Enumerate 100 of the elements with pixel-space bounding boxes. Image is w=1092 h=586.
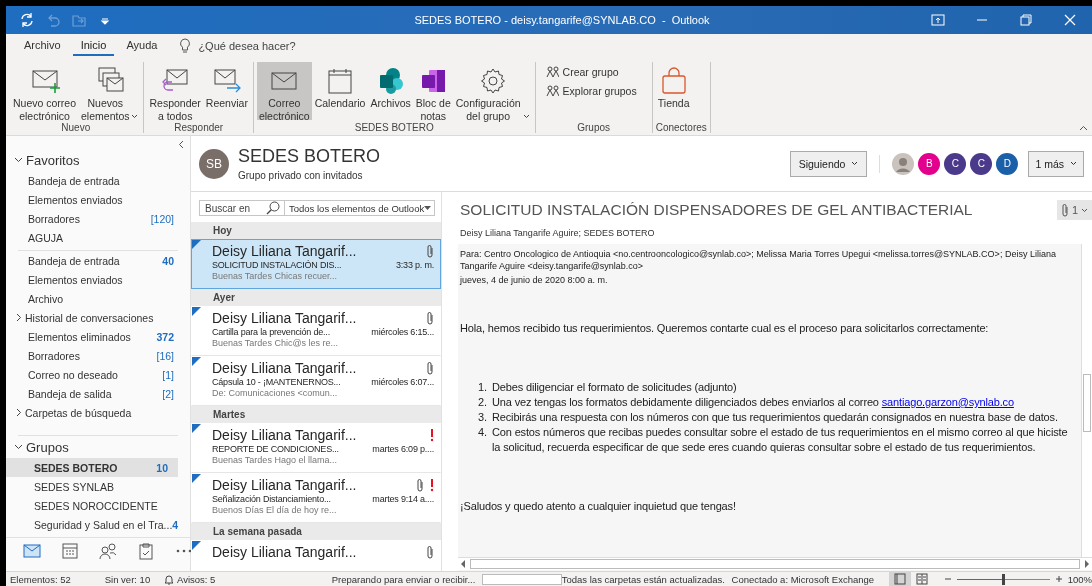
ribbon-group-label: SEDES BOTERO (353, 121, 435, 133)
menu-tab[interactable]: Inicio (72, 36, 115, 56)
tell-me-field[interactable]: ¿Qué desea hacer? (196, 38, 331, 54)
message-time: miércoles 6:15... (371, 327, 434, 337)
zoom-in-icon[interactable] (1053, 574, 1064, 584)
message-time: martes 9:14 a.... (372, 494, 434, 504)
folder-item[interactable]: Bandeja de entrada 40 (6, 251, 184, 270)
member-avatar[interactable]: D (996, 152, 1019, 175)
list-item-text: Con estos números que recibas puedes consultar sobre el estado de tus requerimientos en el mismo correo al que hiciste la solicitud, recuerda especificar de que sede eres cuando quieras consultar sobre el estado de tus requerimientos. (492, 425, 1069, 455)
member-avatar[interactable]: C (970, 152, 993, 175)
normal-view-icon (893, 572, 908, 586)
folder-count: 372 (156, 330, 174, 343)
message-sender: Deisy Liliana Tangarif... (212, 310, 358, 326)
people-icon (544, 84, 559, 97)
ribbon-button[interactable]: Calendario (312, 62, 368, 120)
ribbon-button[interactable]: Crear grupo (542, 64, 639, 79)
folder-item[interactable]: Elementos enviados (6, 190, 184, 209)
ribbon-group-label: Grupos (576, 121, 611, 133)
people-icon (544, 65, 559, 78)
folder-item[interactable]: AGUJA (6, 228, 184, 247)
message-time: martes 6:09 p.... (372, 444, 434, 454)
group-item[interactable]: Seguridad y Salud en el Tra...4 (6, 515, 178, 534)
folder-section-header[interactable]: Grupos (6, 436, 190, 458)
email-paragraph: ¡Saludos y quedo atento a cualquier inquietud que tengas! (460, 499, 737, 514)
group-item[interactable]: SEDES NOROCCIDENTE (6, 496, 178, 515)
attachments-button[interactable]: 1 (1056, 200, 1092, 220)
chevron-down-icon (1070, 161, 1077, 166)
menu-tab[interactable]: Ayuda (118, 36, 166, 56)
message-sender: Deisy Liliana Tangarif... (212, 544, 358, 560)
view-button[interactable] (889, 572, 912, 586)
group-item[interactable]: SEDES SYNLAB (6, 477, 178, 496)
ribbon-button[interactable]: Reenviar (203, 62, 250, 120)
ribbon-group-label: Nuevo (60, 121, 92, 133)
bell-icon (163, 573, 174, 585)
collapse-ribbon-icon[interactable] (1079, 125, 1088, 131)
group-item[interactable]: SEDES BOTERO 10 (6, 458, 178, 477)
window-title: SEDES BOTERO - deisy.tangarife@SYNLAB.CO - Outlook (413, 14, 711, 26)
ribbon-button[interactable]: Archivos (368, 62, 413, 120)
ribbon-button[interactable]: Nuevo correo electrónico (11, 62, 79, 120)
message-sender: Deisy Liliana Tangarif... (212, 427, 358, 443)
status-text: Avisos: 5 (176, 573, 216, 585)
list-number: 1. (478, 380, 488, 395)
email-from: Deisy Liliana Tangarife Aguire; SEDES BOTERO (459, 227, 656, 240)
email-link[interactable]: santiago.garzon@synlab.co (881, 396, 1014, 408)
member-avatar[interactable]: B (918, 152, 941, 175)
message-sender: Deisy Liliana Tangarif... (212, 243, 358, 259)
member-avatar[interactable]: C (944, 152, 967, 175)
folder-name: Bandeja de entrada (28, 174, 121, 187)
message-preview: Buenas Tardes Hago el llama... (212, 455, 338, 465)
zoom-thumb[interactable] (1002, 573, 1006, 585)
people-icon[interactable] (98, 540, 118, 561)
list-number: 3. (478, 410, 488, 425)
message-item[interactable]: Deisy Liliana Tangarif... Cartilla para la prevención de... miércoles 6:15... Buenas Tardes Chic@s les re... (191, 306, 441, 356)
folder-name: Elementos eliminados (28, 330, 132, 343)
more-members-button[interactable]: 1 más (1028, 150, 1084, 177)
group-subtitle: Grupo privado con invitados (238, 170, 364, 181)
avatar-silhouette-icon[interactable] (892, 152, 915, 175)
folder-item[interactable]: Borradores [16] (6, 346, 184, 365)
folder-name: Seguridad y Salud en el Tra... (34, 518, 173, 531)
collapse-pane-icon[interactable] (178, 140, 184, 149)
message-preview: Buenas Tardes Chic@s les re... (212, 338, 340, 348)
list-number: 4. (478, 425, 488, 440)
follow-button[interactable]: Siguiendo (789, 150, 868, 177)
ribbon-group-label: Conectores (655, 121, 707, 133)
message-item[interactable]: Deisy Liliana Tangarif... REPORTE DE CONDICIONES... martes 6:09 p.... Buenas Tardes Hago el llama... (191, 423, 441, 473)
sync-icon[interactable] (18, 11, 36, 29)
ribbon-button[interactable]: Nuevos elementos (79, 62, 141, 120)
folder-name: Historial de conversaciones (25, 311, 155, 324)
folder-item[interactable]: Bandeja de entrada (6, 171, 184, 190)
tasks-icon[interactable] (136, 540, 156, 561)
folder-item[interactable]: Historial de conversaciones (6, 308, 184, 327)
calendar-icon[interactable] (60, 540, 80, 561)
ribbon-button[interactable]: Explorar grupos (542, 83, 639, 98)
folder-section-header[interactable]: Favoritos (6, 149, 190, 171)
chevron-down-icon (851, 161, 859, 166)
folder-item[interactable]: Carpetas de búsqueda (6, 403, 184, 422)
folder-item[interactable]: Bandeja de salida [2] (6, 384, 184, 403)
list-item-text: Una vez tengas los formatos debidamente diligenciados debes enviarlos al correo santiago.garzon@synlab.co (492, 395, 1014, 410)
folder-item[interactable]: Borradores [120] (6, 209, 184, 228)
message-time: miércoles 6:07... (371, 377, 434, 387)
menu-tab[interactable]: Archivo (16, 36, 69, 56)
list-number: 2. (478, 395, 488, 410)
paperclip-icon (1060, 203, 1069, 217)
ribbon-button[interactable]: Configuración del grupo (453, 62, 532, 120)
folder-count: [1] (162, 368, 174, 381)
ribbon-button[interactable]: Tienda (655, 62, 692, 120)
ribbon-button[interactable]: Bloc de notas (413, 62, 453, 120)
folder-name: SEDES NOROCCIDENTE (34, 499, 159, 512)
folder-item[interactable]: Elementos enviados (6, 270, 184, 289)
message-subject: REPORTE DE CONDICIONES... (212, 444, 340, 454)
status-text: Preparando para enviar o recibir... (331, 573, 476, 585)
folder-item[interactable]: Archivo (6, 289, 184, 308)
ribbon-button[interactable]: Correo electrónico (256, 62, 312, 120)
folder-count: 4 (172, 518, 179, 531)
ribbon-button[interactable]: Responder a todos (147, 62, 203, 120)
folder-count: 40 (162, 254, 174, 267)
folder-item[interactable]: Elementos eliminados 372 (6, 327, 184, 346)
folder-name: Borradores (28, 349, 81, 362)
folder-item[interactable]: Correo no deseado [1] (6, 365, 184, 384)
message-item[interactable]: Deisy Liliana Tangarif... SOLICITUD INSTALACIÓN DIS... 3:33 p. m. Buenas Tardes Chicas recuer... (191, 239, 441, 289)
